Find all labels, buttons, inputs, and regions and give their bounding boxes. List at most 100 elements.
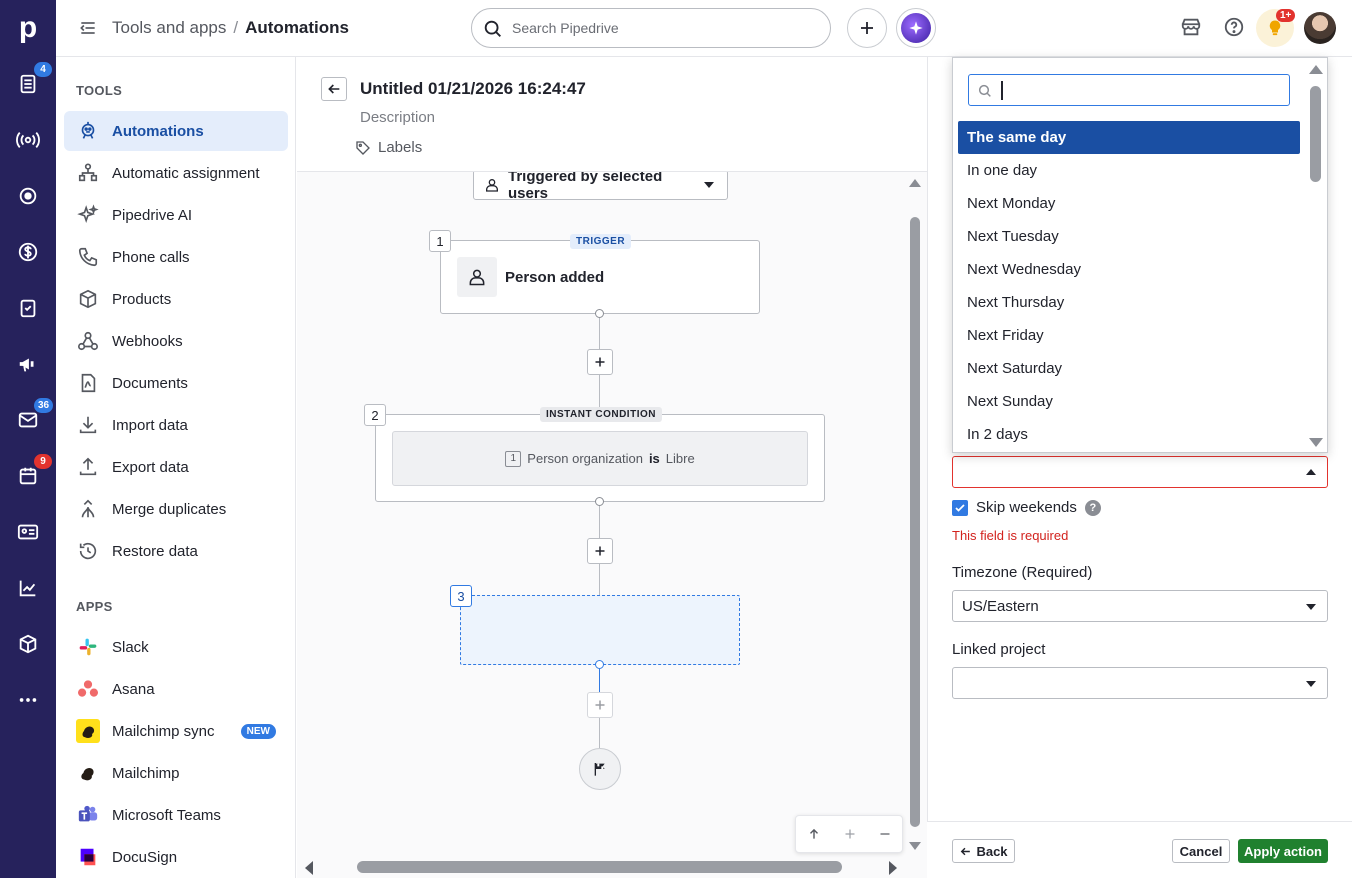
- sidebar-item-slack[interactable]: Slack: [64, 627, 288, 667]
- condition-rule[interactable]: 1 Person organization is Libre: [392, 431, 808, 486]
- sidebar-item-docusign[interactable]: DocuSign: [64, 837, 288, 877]
- rail-activities[interactable]: [0, 288, 56, 328]
- search-icon: [978, 84, 991, 97]
- sidebar-item-export-data[interactable]: Export data: [64, 447, 288, 487]
- sidebar-item-pipedrive-ai[interactable]: Pipedrive AI: [64, 195, 288, 235]
- dropdown-option[interactable]: Next Sunday: [958, 385, 1300, 418]
- timezone-select[interactable]: US/Eastern: [952, 590, 1328, 622]
- search-icon: [484, 20, 501, 37]
- dropdown-scrollbar[interactable]: [1307, 60, 1325, 452]
- checkbox-checked-icon[interactable]: [952, 499, 968, 516]
- sidebar-item-products[interactable]: Products: [64, 279, 288, 319]
- rail-products[interactable]: [0, 624, 56, 664]
- rail-target[interactable]: [0, 176, 56, 216]
- help-button[interactable]: [1223, 16, 1245, 38]
- cancel-button[interactable]: Cancel: [1172, 839, 1230, 863]
- tips-button[interactable]: 1+: [1256, 9, 1296, 47]
- connector-dot: [595, 309, 604, 318]
- condition-node[interactable]: 1 Person organization is Libre: [375, 414, 825, 502]
- sidebar-item-merge-duplicates[interactable]: Merge duplicates: [64, 489, 288, 529]
- rail-campaigns[interactable]: [0, 344, 56, 384]
- sidebar-item-label: Mailchimp: [112, 764, 180, 782]
- dropdown-option[interactable]: Next Friday: [958, 319, 1300, 352]
- global-search[interactable]: [471, 8, 831, 48]
- canvas-vertical-scrollbar[interactable]: [908, 177, 922, 852]
- trigger-node[interactable]: Person added: [440, 240, 760, 314]
- sidebar-item-import-data[interactable]: Import data: [64, 405, 288, 445]
- back-arrow-button[interactable]: [321, 77, 347, 101]
- help-icon[interactable]: ?: [1084, 499, 1101, 516]
- node-number: 2: [364, 404, 386, 426]
- scrollbar-thumb[interactable]: [1310, 86, 1321, 182]
- dropdown-option[interactable]: Next Tuesday: [958, 220, 1300, 253]
- trigger-user-select[interactable]: Triggered by selected users: [473, 172, 728, 202]
- pipedrive-logo[interactable]: p: [0, 0, 56, 56]
- workflow-canvas[interactable]: Triggered by selected users Person added…: [297, 172, 927, 878]
- field-error-message: This field is required: [952, 528, 1069, 543]
- rail-deals[interactable]: [0, 232, 56, 272]
- rail-calendar[interactable]: 9: [0, 454, 56, 496]
- action-placeholder-node[interactable]: [460, 595, 740, 665]
- restore-icon: [76, 539, 100, 563]
- scrollbar-thumb[interactable]: [910, 217, 920, 827]
- rail-leads[interactable]: 4: [0, 62, 56, 104]
- sidebar-item-mailchimp[interactable]: Mailchimp: [64, 753, 288, 793]
- scroll-down-arrow-icon: [909, 842, 921, 850]
- dropdown-option[interactable]: In 2 days: [958, 418, 1300, 451]
- marketplace-button[interactable]: [1180, 16, 1202, 38]
- sidebar-item-phone-calls[interactable]: Phone calls: [64, 237, 288, 277]
- dropdown-option[interactable]: Next Saturday: [958, 352, 1300, 385]
- sidebar-item-asana[interactable]: Asana: [64, 669, 288, 709]
- quick-add-button[interactable]: [847, 8, 887, 48]
- sidebar-item-automations[interactable]: Automations: [64, 111, 288, 151]
- rail-broadcast[interactable]: [0, 120, 56, 160]
- sidebar-item-label: Merge duplicates: [112, 500, 227, 518]
- dropdown-option[interactable]: Next Thursday: [958, 286, 1300, 319]
- ai-assistant-button[interactable]: [896, 8, 936, 48]
- dropdown-option[interactable]: In one day: [958, 154, 1300, 187]
- scroll-up-button[interactable]: [807, 827, 821, 841]
- canvas-horizontal-scrollbar[interactable]: [297, 858, 907, 878]
- zoom-out-button[interactable]: [879, 828, 891, 840]
- dropdown-search-input[interactable]: [999, 81, 1279, 101]
- add-step-button-disabled[interactable]: [587, 692, 613, 718]
- add-step-button[interactable]: [587, 538, 613, 564]
- skip-weekends-checkbox[interactable]: Skip weekends ?: [952, 499, 1101, 516]
- docusign-icon: [76, 845, 100, 869]
- rail-insights[interactable]: [0, 568, 56, 608]
- apply-action-button[interactable]: Apply action: [1238, 839, 1328, 863]
- user-avatar[interactable]: [1304, 12, 1336, 44]
- sidebar-item-documents[interactable]: Documents: [64, 363, 288, 403]
- due-date-select[interactable]: [952, 456, 1328, 488]
- connector-line: [599, 318, 600, 350]
- search-input[interactable]: [512, 18, 812, 38]
- sidebar-item-automatic-assignment[interactable]: Automatic assignment: [64, 153, 288, 193]
- ai-sparkle-icon: [901, 13, 931, 43]
- back-button[interactable]: Back: [952, 839, 1015, 863]
- rail-more[interactable]: [0, 680, 56, 720]
- add-step-button[interactable]: [587, 349, 613, 375]
- sidebar-item-label: Documents: [112, 374, 188, 392]
- automation-title[interactable]: Untitled 01/21/2026 16:24:47: [360, 79, 586, 99]
- connector-line: [599, 718, 600, 748]
- sidebar-item-restore-data[interactable]: Restore data: [64, 531, 288, 571]
- dropdown-option[interactable]: Next Monday: [958, 187, 1300, 220]
- rail-mail[interactable]: 36: [0, 398, 56, 440]
- labels-button[interactable]: Labels: [355, 139, 422, 156]
- text-cursor: [1001, 81, 1003, 100]
- sidebar-item-webhooks[interactable]: Webhooks: [64, 321, 288, 361]
- automation-description[interactable]: Description: [360, 109, 435, 126]
- sidebar-item-microsoft-teams[interactable]: Microsoft Teams: [64, 795, 288, 835]
- scrollbar-thumb[interactable]: [357, 861, 842, 873]
- rail-contacts[interactable]: [0, 512, 56, 552]
- menu-toggle-button[interactable]: [78, 18, 98, 38]
- sidebar-item-mailchimp-sync[interactable]: Mailchimp sync NEW: [64, 711, 288, 751]
- zoom-in-button[interactable]: [844, 828, 856, 840]
- box-icon: [19, 634, 37, 654]
- linked-project-select[interactable]: [952, 667, 1328, 699]
- dropdown-search[interactable]: [968, 74, 1290, 106]
- breadcrumb-parent[interactable]: Tools and apps: [112, 18, 226, 37]
- dropdown-option[interactable]: Next Wednesday: [958, 253, 1300, 286]
- dropdown-option[interactable]: The same day: [958, 121, 1300, 154]
- chart-line-icon: [19, 580, 36, 597]
